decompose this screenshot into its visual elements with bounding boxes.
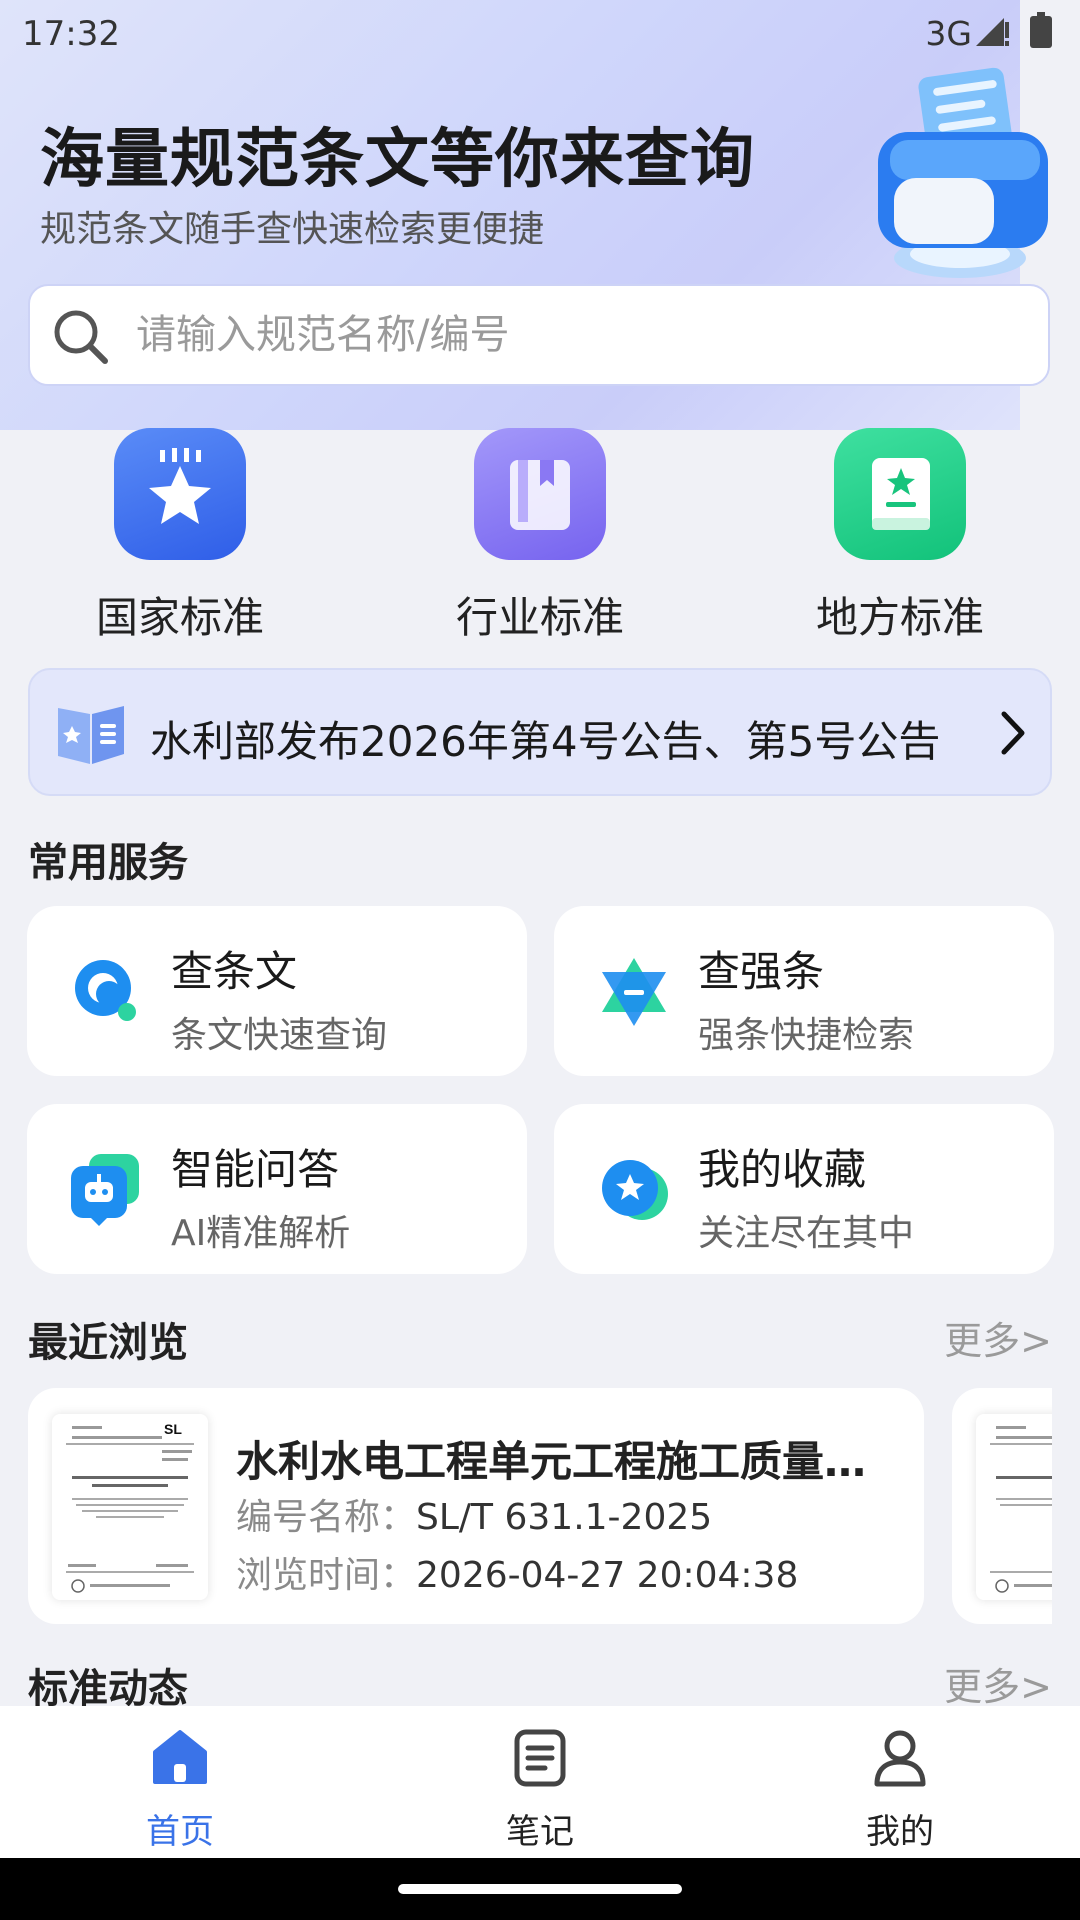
signal-icon [976,18,1009,46]
search-bar[interactable] [28,284,1050,386]
document-printer-illustration-icon [878,67,1048,278]
recent-item-code-row: 编号名称：SL/T 631.1-2025 [236,1488,712,1540]
code-value: SL/T 631.1-2025 [416,1497,713,1538]
time-label: 浏览时间： [236,1555,417,1596]
category-industry-standard[interactable]: 行业标准 [420,428,660,645]
tab-label: 笔记 [506,1812,574,1852]
thumb-badge: SL [164,1421,182,1437]
home-icon [153,1730,207,1784]
tab-notes[interactable]: 笔记 [440,1726,640,1853]
service-title: 查条文 [171,947,298,996]
announcement-banner[interactable]: 水利部发布2026年第4号公告、第5号公告 [28,668,1052,796]
favorite-star-icon [602,1160,668,1220]
network-type: 3G [925,14,972,53]
services-section-title: 常用服务 [28,840,188,886]
star-badge-icon [114,428,246,560]
category-label: 地方标准 [815,593,984,642]
recent-section-title: 最近浏览 [28,1320,188,1366]
time-value: 2026-04-27 20:04:38 [416,1555,799,1596]
service-my-favorites[interactable]: 我的收藏 关注尽在其中 [554,1104,1054,1274]
search-icon [54,310,108,364]
announcement-book-icon [58,706,124,764]
service-subtitle: 条文快速查询 [171,1015,388,1056]
tab-profile[interactable]: 我的 [800,1726,1000,1853]
service-title: 查强条 [698,947,825,996]
hero-title: 海量规范条文等你来查询 [40,123,755,197]
hexagram-icon [602,958,666,1026]
note-icon [514,1729,566,1787]
magnifier-icon [75,960,136,1021]
service-subtitle: 强条快捷检索 [698,1015,915,1056]
service-title: 我的收藏 [698,1145,867,1194]
tab-home[interactable]: 首页 [80,1726,280,1853]
code-label: 编号名称： [236,1497,417,1538]
service-subtitle: AI精准解析 [171,1213,351,1254]
document-thumbnail [976,1414,1052,1600]
service-title: 智能问答 [171,1145,340,1194]
user-icon [874,1730,926,1787]
star-book-icon [834,428,966,560]
announcement-text: 水利部发布2026年第4号公告、第5号公告 [150,717,941,766]
service-mandatory-clauses[interactable]: 查强条 强条快捷检索 [554,906,1054,1076]
category-label: 国家标准 [95,593,264,642]
bottom-tab-bar: 首页 笔记 我的 [0,1706,1080,1858]
service-subtitle: 关注尽在其中 [698,1213,915,1254]
tab-label: 我的 [866,1812,934,1852]
chevron-right-icon [1001,711,1025,755]
document-thumbnail: SL [52,1414,208,1600]
robot-icon [71,1154,139,1226]
recent-item-card[interactable]: SL 水利水电工程单元工程施工质量… 编号名称：SL/T 631.1-2025 … [28,1388,924,1624]
book-icon [474,428,606,560]
recent-item-card-partial[interactable] [952,1388,1052,1624]
category-local-standard[interactable]: 地方标准 [780,428,1020,645]
news-more-link[interactable]: 更多> [944,1656,1052,1711]
recent-item-title: 水利水电工程单元工程施工质量… [236,1437,867,1486]
category-label: 行业标准 [455,593,624,642]
service-ai-qa[interactable]: 智能问答 AI精准解析 [27,1104,527,1274]
status-bar: 17:32 3G [0,0,1080,62]
recent-item-time-row: 浏览时间：2026-04-27 20:04:38 [236,1546,798,1598]
home-gesture-handle[interactable] [398,1884,682,1894]
recent-more-link[interactable]: 更多> [944,1310,1052,1365]
service-search-clauses[interactable]: 查条文 条文快速查询 [27,906,527,1076]
tab-label: 首页 [146,1812,214,1852]
battery-icon [1030,12,1052,48]
category-national-standard[interactable]: 国家标准 [60,428,300,645]
status-time: 17:32 [22,14,120,54]
search-input[interactable] [136,286,1016,384]
system-navigation-bar [0,1858,1080,1920]
hero-subtitle: 规范条文随手查快速检索更便捷 [40,209,545,250]
